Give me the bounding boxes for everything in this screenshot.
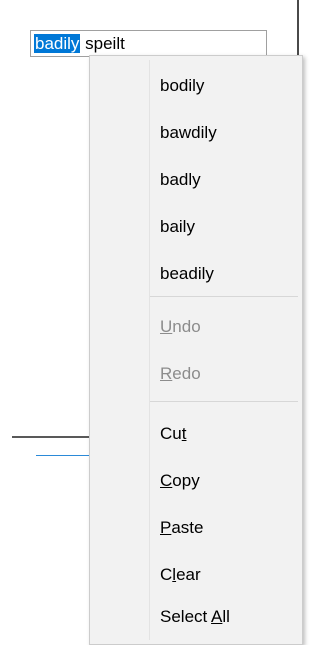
text-input[interactable]: badily speilt — [30, 30, 267, 57]
suggestion-label: baily — [160, 217, 195, 236]
background-divider — [12, 436, 90, 438]
context-menu: bodily bawdily badly baily beadily Undo … — [89, 55, 303, 645]
window-edge-top — [297, 0, 299, 56]
suggestion-label: beadily — [160, 264, 214, 283]
suggestion-label: bawdily — [160, 123, 217, 142]
copy-menu-item[interactable]: Copy — [90, 458, 302, 504]
menu-separator — [150, 296, 298, 297]
text-remainder: speilt — [80, 34, 125, 53]
suggestion-item[interactable]: bodily — [90, 63, 302, 109]
text-input-content: badily speilt — [34, 34, 125, 54]
undo-menu-item[interactable]: Undo — [90, 304, 302, 350]
suggestion-item[interactable]: baily — [90, 204, 302, 250]
redo-menu-item[interactable]: Redo — [90, 351, 302, 397]
paste-menu-item[interactable]: Paste — [90, 505, 302, 551]
suggestion-item[interactable]: badly — [90, 157, 302, 203]
suggestion-label: badly — [160, 170, 201, 189]
suggestion-item[interactable]: bawdily — [90, 110, 302, 156]
suggestion-item[interactable]: beadily — [90, 251, 302, 297]
cut-menu-item[interactable]: Cut — [90, 411, 302, 457]
selected-misspelled-word[interactable]: badily — [34, 34, 81, 53]
menu-separator — [150, 401, 298, 402]
clear-menu-item[interactable]: Clear — [90, 552, 302, 598]
suggestion-label: bodily — [160, 76, 205, 95]
select-all-menu-item[interactable]: Select All — [90, 594, 302, 640]
background-focus-line — [36, 455, 90, 456]
